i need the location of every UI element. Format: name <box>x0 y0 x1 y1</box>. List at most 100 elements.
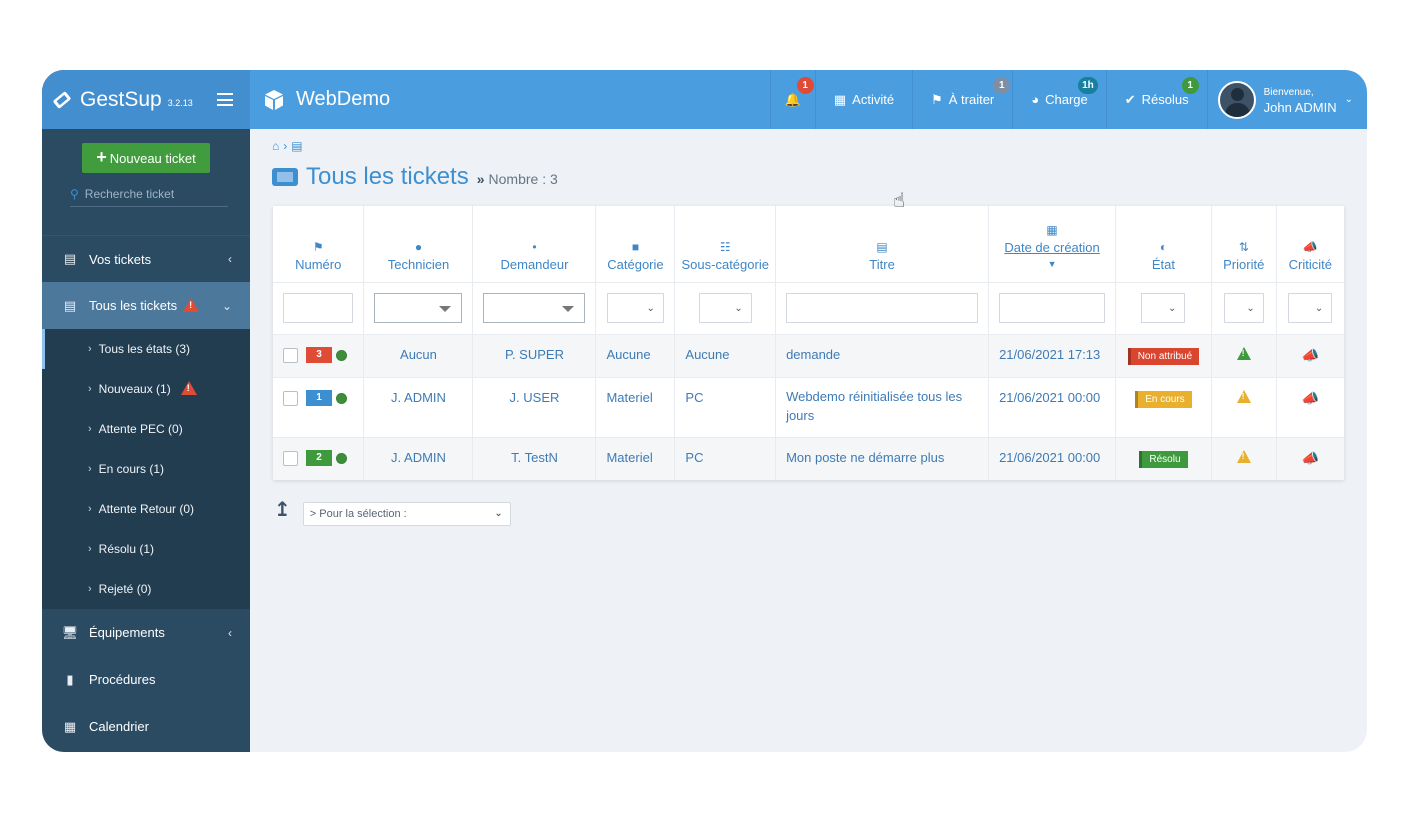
tag-icon: ⚑ <box>312 239 324 254</box>
warning-icon <box>183 297 200 312</box>
title-cell[interactable]: Webdemo réinitialisée tous les jours <box>775 377 990 437</box>
row-checkbox[interactable] <box>283 347 298 363</box>
page-title-text: Tous les tickets <box>306 163 469 190</box>
priority-warning-icon <box>1236 346 1251 360</box>
subcategory-filter-select[interactable]: ⌄ <box>698 293 752 323</box>
title-cell[interactable]: demande <box>775 334 990 377</box>
col-requester[interactable]: • Demandeur <box>472 206 597 282</box>
priority-warning-icon <box>1236 449 1251 463</box>
book-icon: ▮ <box>66 671 74 687</box>
chevron-left-icon: ‹ <box>228 625 232 640</box>
chevron-down-icon: ⌄ <box>1344 94 1353 105</box>
caret-down-icon <box>562 306 575 312</box>
ticket-logo-icon <box>53 91 71 108</box>
date-filter-input[interactable] <box>999 293 1106 323</box>
sidebar-subitem-rejected[interactable]: › Rejeté (0) <box>42 569 250 609</box>
criticity-cell: 📣 <box>1276 334 1344 377</box>
sidebar-subitem-in-progress[interactable]: › En cours (1) <box>42 449 250 489</box>
sidebar-item-procedures[interactable]: ▮ Procédures <box>42 656 250 703</box>
cube-icon <box>265 89 283 110</box>
home-icon[interactable]: ⌂ <box>272 139 279 153</box>
subitem-label: Tous les états (3) <box>98 342 191 356</box>
col-category[interactable]: ■ Catégorie <box>595 206 676 282</box>
load-button[interactable]: ◕ Charge 1h <box>1012 70 1106 129</box>
sidebar-item-all-tickets[interactable]: ▤ Tous les tickets ⌄ <box>42 282 250 329</box>
col-number[interactable]: ⚑ Numéro <box>273 206 365 282</box>
calendar-icon: ▦ <box>833 91 847 107</box>
state-cell: Résolu <box>1115 437 1212 480</box>
created-cell: 21/06/2021 17:13 <box>988 334 1117 377</box>
ticket-count: » Nombre : 3 <box>476 171 558 187</box>
flag-icon: ⚑ <box>931 91 943 107</box>
col-label: Criticité <box>1288 256 1332 272</box>
status-gear-icon <box>336 349 347 361</box>
top-navbar: WebDemo 🔔 1 ▦ Activité ⚑ À traiter 1 ◕ C… <box>250 70 1367 129</box>
sidebar-item-equipment[interactable]: 🖥 Équipements ‹ <box>42 609 250 656</box>
number-filter-input[interactable] <box>283 293 354 323</box>
col-technician[interactable]: ● Technicien <box>363 206 474 282</box>
table-header-row: ⚑ Numéro ● Technicien • Demandeur ■ Catégori… <box>273 206 1344 282</box>
category-cell: Materiel <box>595 377 676 437</box>
filter-cell <box>472 281 597 334</box>
sort-desc-icon: ▼ <box>1047 258 1057 269</box>
level-up-arrow-icon[interactable]: ↥ <box>274 497 291 522</box>
sitemap-icon: ☷ <box>719 239 731 254</box>
col-criticity[interactable]: 📣 Criticité <box>1276 206 1344 282</box>
requester-cell: T. TestN <box>472 437 597 480</box>
ticket-search-input[interactable] <box>84 187 215 201</box>
plus-icon: + <box>96 146 107 167</box>
col-created[interactable]: ▦ Date de création ▼ <box>988 206 1117 282</box>
gauge-icon: ◕ <box>1031 92 1040 107</box>
technician-filter-select[interactable] <box>374 293 463 323</box>
priority-filter-select[interactable]: ⌄ <box>1223 293 1264 323</box>
table-row[interactable]: 2 J. ADMIN T. TestN Materiel PC Mon post… <box>273 437 1344 480</box>
col-title[interactable]: ▤ Titre <box>775 206 990 282</box>
state-badge: En cours <box>1135 390 1192 408</box>
user-menu[interactable]: Bienvenue, John ADMIN ⌄ <box>1206 70 1367 129</box>
megaphone-icon: 📣 <box>1301 449 1320 466</box>
resolved-button[interactable]: ✔ Résolus 1 <box>1105 70 1207 129</box>
sidebar-item-calendar[interactable]: ▦ Calendrier <box>42 703 250 750</box>
sidebar-subitem-resolved[interactable]: › Résolu (1) <box>42 529 250 569</box>
chevron-down-icon: ⌄ <box>734 303 743 314</box>
title-filter-input[interactable] <box>786 293 979 323</box>
sort-priority-icon: ⇅ <box>1238 239 1249 254</box>
sidebar-subitem-awaiting-reply[interactable]: › Attente Retour (0) <box>42 489 250 529</box>
activity-button[interactable]: ▦ Activité <box>814 70 912 129</box>
sidebar-subitem-new[interactable]: › Nouveaux (1) <box>42 369 250 409</box>
technician-cell: J. ADMIN <box>363 437 474 480</box>
row-checkbox[interactable] <box>283 450 298 466</box>
chevron-down-icon: ⌄ <box>1168 303 1177 314</box>
bulk-action-select[interactable]: > Pour la sélection : ⌄ <box>302 502 511 526</box>
ticket-count-label: Nombre : 3 <box>488 171 558 187</box>
subcategory-cell: Aucune <box>674 334 777 377</box>
filter-cell <box>273 281 365 334</box>
priority-cell <box>1211 334 1277 377</box>
col-state[interactable]: ◐ État <box>1115 206 1212 282</box>
filter-row: ⌄ ⌄ ⌄ ⌄ ⌄ <box>273 281 1344 334</box>
hamburger-menu-icon[interactable] <box>216 93 233 106</box>
col-label: Catégorie <box>607 256 664 272</box>
col-priority[interactable]: ⇅ Priorité <box>1211 206 1277 282</box>
table-row[interactable]: 3 Aucun P. SUPER Aucune Aucune demande 2… <box>273 334 1344 377</box>
filter-cell <box>988 281 1117 334</box>
sort-link-created[interactable]: Date de création <box>1004 240 1099 255</box>
criticity-filter-select[interactable]: ⌄ <box>1288 293 1333 323</box>
sidebar-item-your-tickets[interactable]: ▤ Vos tickets ‹ <box>42 235 250 282</box>
notifications-button[interactable]: 🔔 1 <box>769 70 815 129</box>
category-filter-select[interactable]: ⌄ <box>606 293 664 323</box>
sidebar-item-label: Équipements <box>89 625 165 640</box>
sidebar-subitem-awaiting-pec[interactable]: › Attente PEC (0) <box>42 409 250 449</box>
title-cell[interactable]: Mon poste ne démarre plus <box>775 437 990 480</box>
state-filter-select[interactable]: ⌄ <box>1141 293 1186 323</box>
requester-filter-select[interactable] <box>483 293 586 323</box>
table-row[interactable]: 1 J. ADMIN J. USER Materiel PC Webdemo r… <box>273 377 1344 437</box>
to-process-button[interactable]: ⚑ À traiter 1 <box>912 70 1012 129</box>
ticket-icon[interactable]: ▤ <box>291 139 302 153</box>
sidebar-subitem-all-states[interactable]: › Tous les états (3) <box>42 329 250 369</box>
load-badge: 1h <box>1078 77 1098 94</box>
status-gear-icon <box>336 392 347 404</box>
col-subcategory[interactable]: ☷ Sous-catégorie <box>674 206 777 282</box>
row-checkbox[interactable] <box>283 390 298 406</box>
new-ticket-button[interactable]: + Nouveau ticket <box>82 143 210 173</box>
